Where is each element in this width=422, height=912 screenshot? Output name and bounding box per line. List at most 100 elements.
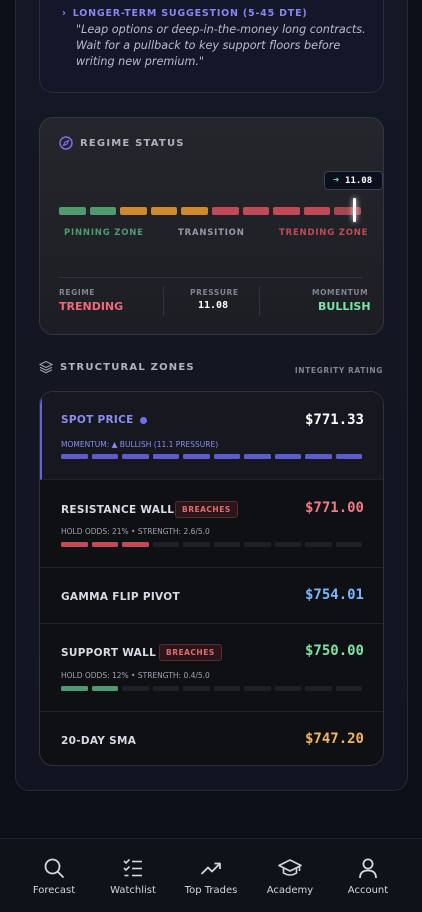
zone-label-trending: TRENDING ZONE — [279, 228, 369, 238]
integrity-segment — [274, 686, 301, 691]
zone-row-20-day-sma[interactable]: 20-DAY SMA $747.20 — [40, 712, 383, 765]
nav-account[interactable]: Account — [328, 857, 408, 896]
gauge-segment — [120, 207, 147, 215]
integrity-segment — [122, 454, 149, 459]
stat-value-regime: TRENDING — [59, 300, 124, 313]
integrity-segment — [91, 454, 118, 459]
pressure-tag: ➜ 11.08 — [324, 171, 383, 190]
integrity-segment — [183, 542, 210, 547]
support-wall-subtext: HOLD ODDS: 12% • STRENGTH: 0.4/5.0 — [61, 671, 210, 680]
resistance-wall-price: $771.00 — [304, 500, 364, 516]
integrity-rating-label: INTEGRITY RATING — [294, 366, 383, 375]
zone-row-spot-price[interactable]: SPOT PRICE $771.33 MOMENTUM: ▲ BULLISH (… — [40, 392, 383, 480]
regime-title: REGIME STATUS — [80, 138, 185, 149]
integrity-bar — [61, 454, 362, 459]
structural-zones-card: SPOT PRICE $771.33 MOMENTUM: ▲ BULLISH (… — [39, 391, 384, 766]
zone-label-transition: TRANSITION — [178, 228, 245, 238]
gamma-flip-price: $754.01 — [304, 587, 364, 603]
nav-watchlist[interactable]: Watchlist — [93, 857, 173, 896]
integrity-segment — [91, 542, 118, 547]
search-icon — [44, 858, 64, 878]
trending-up-icon — [200, 862, 221, 875]
integrity-segment — [274, 542, 301, 547]
nav-forecast[interactable]: Forecast — [14, 857, 94, 896]
gauge-segment — [242, 207, 270, 215]
integrity-segment — [91, 686, 118, 691]
integrity-segment — [305, 454, 332, 459]
checklist-icon — [123, 858, 142, 877]
zone-name: RESISTANCE WALL — [61, 504, 175, 516]
integrity-segment — [213, 454, 240, 459]
support-wall-price: $750.00 — [304, 643, 364, 659]
divider — [59, 277, 363, 278]
integrity-segment — [244, 686, 271, 691]
stat-caption-pressure: PRESSURE — [190, 288, 239, 297]
integrity-segment — [305, 686, 332, 691]
suggestion-heading: › LONGER-TERM SUGGESTION (5-45 DTE) — [62, 8, 308, 19]
layers-icon — [39, 360, 53, 374]
gauge-segment — [303, 207, 331, 215]
zone-name: 20-DAY SMA — [61, 735, 137, 747]
suggestion-text: "Leap options or deep-in-the-money long … — [76, 23, 366, 68]
integrity-segment — [335, 454, 362, 459]
gauge-marker — [353, 198, 356, 222]
structural-zones-header: STRUCTURAL ZONES — [39, 360, 195, 374]
gauge-segment — [334, 207, 361, 215]
integrity-segment — [61, 686, 88, 691]
zone-name: GAMMA FLIP PIVOT — [61, 591, 180, 603]
nav-top-trades[interactable]: Top Trades — [171, 857, 251, 896]
zone-row-gamma-flip-pivot[interactable]: GAMMA FLIP PIVOT $754.01 — [40, 568, 383, 624]
integrity-segment — [152, 686, 179, 691]
stat-value-pressure: 11.08 — [198, 300, 229, 311]
gauge-segment — [211, 207, 239, 215]
gauge-segment — [181, 207, 208, 215]
resistance-wall-subtext: HOLD ODDS: 21% • STRENGTH: 2.6/5.0 — [61, 527, 210, 536]
zone-row-support-wall[interactable]: SUPPORT WALL BREACHES $750.00 HOLD ODDS:… — [40, 624, 383, 712]
integrity-segment — [335, 686, 362, 691]
integrity-segment — [152, 454, 179, 459]
chevron-right-icon: › — [62, 8, 67, 19]
integrity-segment — [61, 542, 88, 547]
sma-price: $747.20 — [304, 731, 364, 747]
divider — [259, 286, 260, 316]
zone-label-pinning: PINNING ZONE — [64, 228, 144, 238]
graduation-cap-icon — [278, 859, 302, 876]
integrity-segment — [213, 542, 240, 547]
gauge-segment — [59, 207, 86, 215]
integrity-segment — [183, 686, 210, 691]
stat-value-momentum: BULLISH — [318, 300, 371, 313]
live-dot-icon — [139, 416, 147, 424]
breaches-badge: BREACHES — [175, 501, 238, 518]
breaches-badge: BREACHES — [159, 644, 222, 661]
zone-name: SUPPORT WALL — [61, 647, 157, 659]
stat-caption-momentum: MOMENTUM — [312, 288, 369, 297]
integrity-segment — [305, 542, 332, 547]
compass-icon — [59, 136, 73, 150]
integrity-segment — [274, 454, 301, 459]
bottom-nav: Forecast Watchlist Top Trades Academy Ac… — [0, 838, 422, 912]
integrity-bar — [61, 542, 362, 547]
divider — [163, 286, 164, 316]
integrity-segment — [213, 686, 240, 691]
spot-price-value: $771.33 — [304, 412, 364, 428]
stat-caption-regime: REGIME — [59, 288, 96, 297]
nav-academy[interactable]: Academy — [250, 857, 330, 896]
user-icon — [359, 858, 377, 879]
integrity-segment — [183, 454, 210, 459]
arrow-right-icon: ➜ — [333, 175, 340, 186]
integrity-segment — [244, 454, 271, 459]
spot-price-subtext: MOMENTUM: ▲ BULLISH (11.1 PRESSURE) — [61, 440, 219, 449]
gauge-segment — [150, 207, 178, 215]
integrity-segment — [152, 542, 179, 547]
integrity-segment — [244, 542, 271, 547]
integrity-segment — [122, 686, 149, 691]
zone-row-resistance-wall[interactable]: RESISTANCE WALL BREACHES $771.00 HOLD OD… — [40, 480, 383, 568]
integrity-segment — [335, 542, 362, 547]
gauge-segment — [273, 207, 300, 215]
integrity-segment — [61, 454, 88, 459]
integrity-segment — [122, 542, 149, 547]
integrity-bar — [61, 686, 362, 691]
regime-gauge — [59, 207, 361, 215]
gauge-segment — [89, 207, 117, 215]
structural-zones-title: STRUCTURAL ZONES — [60, 361, 195, 373]
